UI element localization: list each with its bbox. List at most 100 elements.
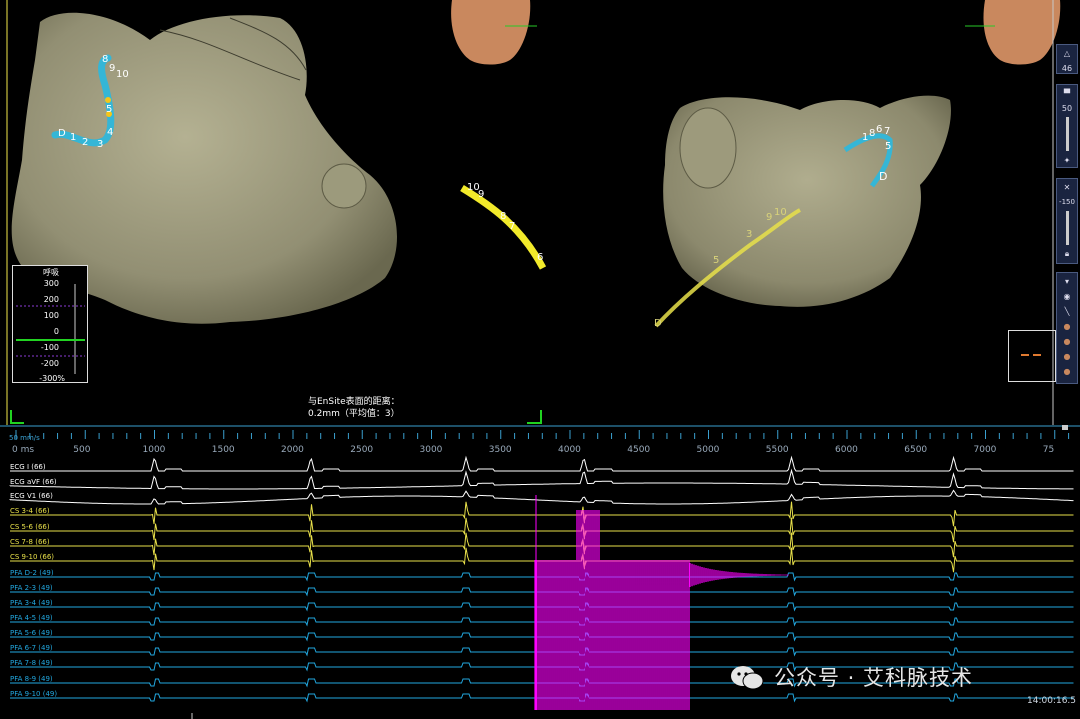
zoom-control[interactable]: △ 46 [1056,44,1078,74]
respiration-tick: -100 [40,343,59,352]
channel-trace [10,532,1074,558]
channel-label: ECG I (66) [10,463,46,471]
electrode-label: 9 [478,189,485,200]
channel-label: PFA 7-8 (49) [10,659,53,667]
electrode-label: 7 [509,221,516,232]
electrode-label: 1 [862,132,869,143]
respiration-gauge: 呼吸 300 200 100 0 -100 -200 -300% [12,265,88,383]
mini-preview-box [1008,330,1056,382]
time-tick-label: 0 ms [12,445,35,455]
channel-trace [9,489,1074,505]
channel-trace [10,587,1074,597]
electrode-label: 9 [766,212,773,223]
slider-track[interactable] [1065,211,1069,245]
torso-front-icon[interactable]: ● [1057,319,1077,333]
torso-orientation-icon-right [965,0,1061,65]
channel-label: PFA D-2 (49) [10,569,54,577]
view-preset-menu[interactable]: ▾ ◉ ╲ ● ● ● ● [1056,272,1078,384]
electrode-label: D [654,318,662,329]
channel-label: CS 5-6 (66) [10,523,50,531]
time-tick-label: 2000 [281,445,304,455]
clip-icon: ✕ [1063,182,1071,192]
channel-trace [10,647,1074,657]
electrode-label: 9 [109,63,116,74]
time-tick-label: 7000 [973,445,997,455]
electrode-label: 2 [82,137,89,148]
watermark-text: 公众号 · 艾科脉技术 [774,666,974,690]
channel-trace [10,517,1074,543]
time-tick-label: 75 [1042,445,1055,455]
lock-icon[interactable]: 🔒︎ [1057,247,1077,261]
time-tick-label: 2500 [350,445,374,455]
channel-label: CS 3-4 (66) [10,507,50,515]
channel-trace [10,455,1074,472]
opacity-icon: ▀ [1063,88,1071,98]
distance-label: 与EnSite表面的距离： [308,397,400,407]
surface-distance-readout: 与EnSite表面的距离： 0.2mm（平均值：3） [308,396,400,420]
light-icon[interactable]: ✦ [1057,153,1077,167]
electrode-label: 10 [774,207,787,218]
electrode-label: 3 [746,229,753,240]
opacity-slider[interactable]: ▀ 50 ✦ [1056,84,1078,168]
middle-cs-catheter [460,185,547,270]
mountain-icon[interactable]: △ [1057,46,1077,60]
time-tick-label: 4500 [627,445,651,455]
torso-left-icon[interactable]: ● [1057,334,1077,348]
respiration-tick: -200 [40,359,59,368]
time-tick-label: 5500 [765,445,789,455]
time-tick-label: 4000 [558,445,581,455]
channel-label: ECG aVF (66) [10,478,57,486]
channel-label: PFA 5-6 (49) [10,629,53,637]
respiration-title: 呼吸 [43,268,59,277]
torso-right-icon[interactable]: ● [1057,349,1077,363]
clip-slider[interactable]: ✕ -150 🔒︎ [1056,178,1078,264]
eye-icon[interactable]: ◉ [1057,289,1077,303]
respiration-tick: 200 [43,295,59,304]
channel-trace [10,617,1074,627]
torso-back-icon[interactable]: ● [1057,364,1077,378]
electrode-label: 8 [102,54,109,65]
clock: 14:00:16.5 [1027,696,1077,706]
channel-label: CS 7-8 (66) [10,538,50,546]
channel-trace [10,602,1074,612]
channel-trace [10,547,1074,573]
respiration-tick: -300% [39,374,65,383]
respiration-tick: 300 [43,279,59,288]
sweep-speed-label: 50 mm/s [9,434,40,442]
channel-label: ECG V1 (66) [10,492,53,500]
3d-map-viewport[interactable]: 8 9 10 5 4 3 2 1 D 10 9 8 7 6 1 8 6 7 5 … [0,0,1080,425]
electrode-label: 10 [116,69,129,80]
chevron-down-icon[interactable]: ▾ [1057,274,1077,288]
time-tick-label: 3000 [419,445,443,455]
wechat-icon [730,665,764,690]
channel-trace [10,501,1074,527]
channel-label: PFA 4-5 (49) [10,614,53,622]
view-corner-marker [10,410,24,424]
channel-trace [9,468,1074,490]
opacity-value: 50 [1061,103,1073,113]
view-corner-marker [527,410,542,424]
respiration-tick: 0 [53,327,59,336]
watermark: 公众号 · 艾科脉技术 [730,662,973,692]
channel-trace [10,632,1074,642]
catheter-icon[interactable]: ╲ [1057,304,1077,318]
respiration-tick: 100 [43,311,59,320]
electrode-label: 3 [97,139,104,150]
channel-label: CS 9-10 (66) [10,553,55,561]
time-tick-label: 6500 [904,445,928,455]
electrode-label: 6 [537,252,544,263]
time-tick-label: 1500 [211,445,235,455]
clip-value: -150 [1059,198,1075,206]
time-tick-label: 500 [73,445,91,455]
channel-trace [10,693,1074,703]
electrode-label: 8 [500,211,507,222]
channel-label: PFA 8-9 (49) [10,675,53,683]
electrode-label: 1 [70,132,77,143]
electrode-label: D [58,128,66,139]
electrode-label: 6 [876,124,883,135]
distance-value: 0.2mm（平均值：3） [308,409,400,419]
electrode-label: 4 [107,127,114,138]
channel-label: PFA 9-10 (49) [10,690,58,698]
channel-label: PFA 6-7 (49) [10,644,53,652]
slider-track[interactable] [1065,117,1069,151]
